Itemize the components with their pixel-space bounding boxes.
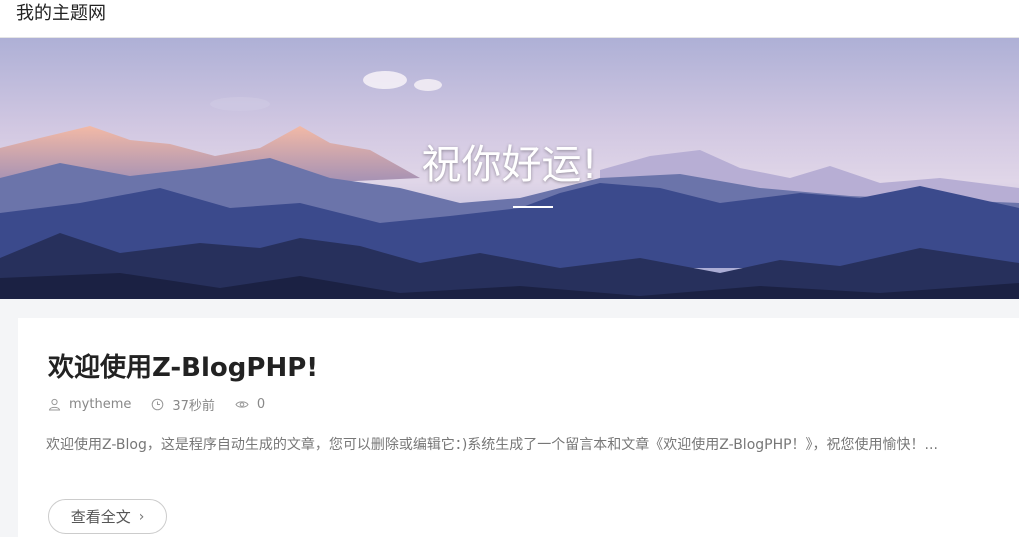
banner-title: 祝你好运! bbox=[421, 142, 598, 188]
meta-time: 37秒前 bbox=[151, 395, 215, 414]
read-more-label: 查看全文 bbox=[70, 508, 131, 526]
meta-author: mytheme bbox=[48, 397, 131, 412]
view-count: 0 bbox=[256, 396, 266, 412]
top-bar: 我的主题网 bbox=[0, 0, 1019, 38]
author-name[interactable]: mytheme bbox=[69, 397, 131, 412]
banner-divider bbox=[513, 206, 553, 208]
hero-banner: 祝你好运! bbox=[0, 38, 1019, 299]
clock-icon bbox=[152, 398, 164, 410]
site-title[interactable]: 我的主题网 bbox=[16, 3, 106, 25]
post-card: 欢迎使用Z-BlogPHP! mytheme 37秒前 0 欢迎使用Z-Blog… bbox=[18, 318, 1019, 537]
post-excerpt: 欢迎使用Z-Blog，这是程序自动生成的文章，您可以删除或编辑它：)系统生成了一… bbox=[46, 437, 938, 453]
meta-views: 0 bbox=[235, 397, 265, 412]
user-icon bbox=[48, 398, 61, 410]
post-time: 37秒前 bbox=[172, 398, 215, 414]
post-title[interactable]: 欢迎使用Z-BlogPHP! bbox=[48, 350, 318, 386]
chevron-right-icon: › bbox=[138, 508, 145, 525]
eye-icon bbox=[235, 400, 249, 408]
read-more-button[interactable]: 查看全文 › bbox=[48, 499, 167, 534]
post-meta: mytheme 37秒前 0 bbox=[48, 395, 285, 414]
